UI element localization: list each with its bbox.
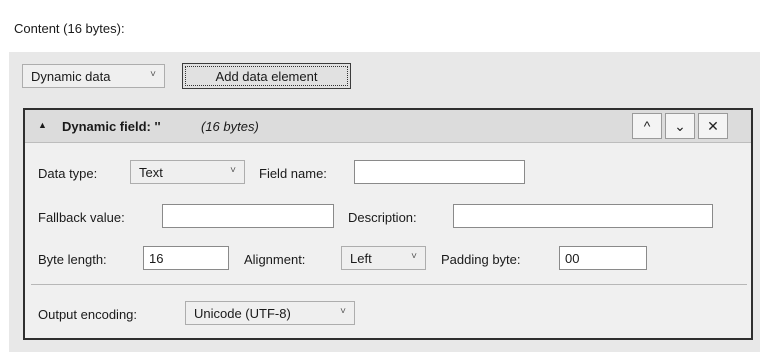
data-type-select[interactable]: Text ˅ [130, 160, 245, 184]
field-name-input[interactable] [354, 160, 525, 184]
chevron-down-icon: ˅ [230, 165, 236, 176]
dynamic-field-header[interactable]: ▲ Dynamic field: '' (16 bytes) ^ ⌄ ✕ [25, 110, 751, 143]
alignment-select[interactable]: Left ˅ [341, 246, 426, 270]
byte-length-label: Byte length: [38, 252, 107, 267]
chevron-up-icon: ^ [643, 118, 651, 134]
chevron-down-icon: ˅ [411, 251, 417, 262]
dynamic-field-title: Dynamic field: '' [62, 119, 161, 134]
alignment-label: Alignment: [244, 252, 306, 267]
chevron-down-icon: ˅ [340, 306, 346, 317]
byte-length-value: 16 [149, 250, 164, 266]
output-encoding-select-value: Unicode (UTF-8) [194, 305, 291, 321]
move-up-button[interactable]: ^ [632, 113, 662, 139]
content-size-label: Content (16 bytes): [14, 21, 125, 36]
alignment-select-value: Left [350, 250, 372, 266]
output-encoding-label: Output encoding: [38, 307, 138, 322]
padding-byte-input[interactable]: 00 [559, 246, 647, 270]
output-encoding-select[interactable]: Unicode (UTF-8) ˅ [185, 301, 355, 325]
byte-length-input[interactable]: 16 [143, 246, 229, 270]
description-input[interactable] [453, 204, 713, 228]
triangle-up-icon[interactable]: ▲ [38, 120, 47, 130]
data-type-dropdown[interactable]: Dynamic data ˅ [22, 64, 165, 88]
description-label: Description: [348, 210, 417, 225]
padding-byte-value: 00 [565, 250, 580, 266]
dynamic-field-panel: ▲ Dynamic field: '' (16 bytes) ^ ⌄ ✕ Dat… [23, 108, 753, 340]
close-icon: ✕ [707, 117, 719, 134]
section-divider [31, 284, 747, 285]
padding-byte-label: Padding byte: [441, 252, 521, 267]
chevron-down-icon: ˅ [150, 69, 156, 80]
field-name-label: Field name: [259, 166, 327, 181]
focus-ring [185, 66, 348, 86]
add-data-element-button[interactable]: Add data element [182, 63, 351, 89]
move-down-button[interactable]: ⌄ [665, 113, 695, 139]
data-type-dropdown-value: Dynamic data [31, 68, 111, 84]
fallback-value-input[interactable] [162, 204, 334, 228]
fallback-value-label: Fallback value: [38, 210, 125, 225]
dynamic-field-size: (16 bytes) [201, 119, 259, 134]
data-type-select-value: Text [139, 164, 163, 180]
remove-field-button[interactable]: ✕ [698, 113, 728, 139]
chevron-down-icon: ⌄ [674, 117, 686, 134]
data-type-label: Data type: [38, 166, 98, 181]
